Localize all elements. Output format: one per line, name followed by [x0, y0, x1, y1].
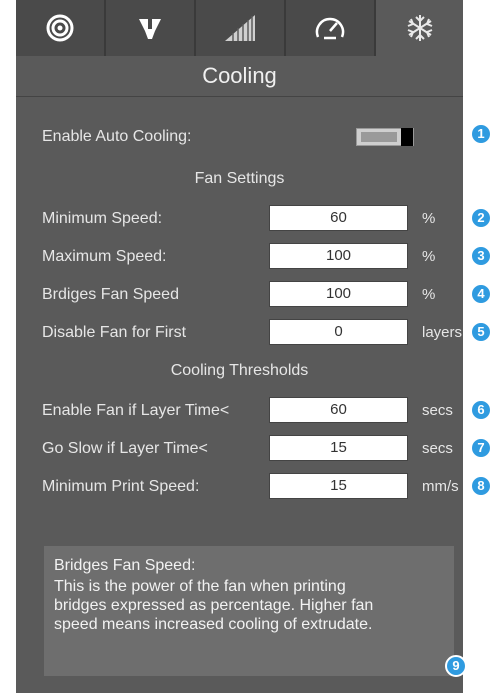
fan-settings-heading: Fan Settings	[194, 170, 285, 187]
callout-badge: 9	[445, 655, 467, 677]
bridges-fan-speed-unit: %	[422, 286, 436, 303]
go-slow-input[interactable]: 15	[269, 435, 408, 461]
enable-fan-input[interactable]: 60	[269, 397, 408, 423]
tab-spiral[interactable]	[16, 0, 106, 56]
cooling-thresholds-heading: Cooling Thresholds	[170, 362, 309, 379]
callout-badge: 6	[470, 399, 492, 421]
help-line: This is the power of the fan when printi…	[54, 578, 346, 595]
go-slow-unit: secs	[422, 440, 453, 457]
toggle-track	[361, 132, 397, 142]
max-speed-label: Maximum Speed:	[42, 248, 167, 265]
spiral-icon	[46, 14, 74, 42]
bridges-fan-speed-label: Brdiges Fan Speed	[42, 286, 179, 303]
min-speed-label: Minimum Speed:	[42, 210, 163, 227]
bridges-fan-speed-input[interactable]: 100	[269, 281, 408, 307]
cooling-panel: Cooling Enable Auto Cooling: Fan Setting…	[16, 0, 463, 693]
callout-badge: 5	[470, 321, 492, 343]
min-print-speed-input[interactable]: 15	[269, 473, 408, 499]
callout-badge: 2	[470, 207, 492, 229]
layers-icon	[225, 15, 255, 41]
callout-badge: 1	[470, 123, 492, 145]
disable-fan-label: Disable Fan for First	[42, 324, 187, 341]
disable-fan-unit: layers	[422, 324, 463, 341]
tab-nozzle[interactable]	[106, 0, 196, 56]
callout-badge: 4	[470, 283, 492, 305]
auto-cooling-toggle[interactable]	[356, 128, 414, 146]
help-line: speed means increased cooling of extruda…	[54, 616, 373, 633]
callout-badge: 3	[470, 245, 492, 267]
tab-cooling[interactable]	[376, 0, 463, 56]
max-speed-unit: %	[422, 248, 436, 265]
enable-fan-label: Enable Fan if Layer Time<	[42, 402, 230, 419]
disable-fan-input[interactable]: 0	[269, 319, 408, 345]
min-print-speed-unit: mm/s	[422, 478, 459, 495]
snowflake-icon	[407, 15, 432, 41]
help-box: Bridges Fan Speed: This is the power of …	[44, 546, 454, 676]
page-title: Cooling	[16, 56, 463, 97]
min-print-speed-label: Minimum Print Speed:	[42, 478, 200, 495]
max-speed-input[interactable]: 100	[269, 243, 408, 269]
callout-badge: 7	[470, 437, 492, 459]
tab-bar	[16, 0, 463, 56]
help-heading: Bridges Fan Speed:	[54, 557, 196, 574]
tab-layers[interactable]	[196, 0, 286, 56]
min-speed-input[interactable]: 60	[269, 205, 408, 231]
go-slow-label: Go Slow if Layer Time<	[42, 440, 208, 457]
nozzle-icon	[139, 19, 161, 39]
help-line: bridges expressed as percentage. Higher …	[54, 597, 374, 614]
enable-fan-unit: secs	[422, 402, 453, 419]
min-speed-unit: %	[422, 210, 436, 227]
toggle-knob	[401, 128, 413, 146]
speedometer-icon	[315, 17, 345, 40]
auto-cooling-label: Enable Auto Cooling:	[42, 128, 192, 145]
callout-badge: 8	[470, 475, 492, 497]
tab-speed[interactable]	[286, 0, 376, 56]
